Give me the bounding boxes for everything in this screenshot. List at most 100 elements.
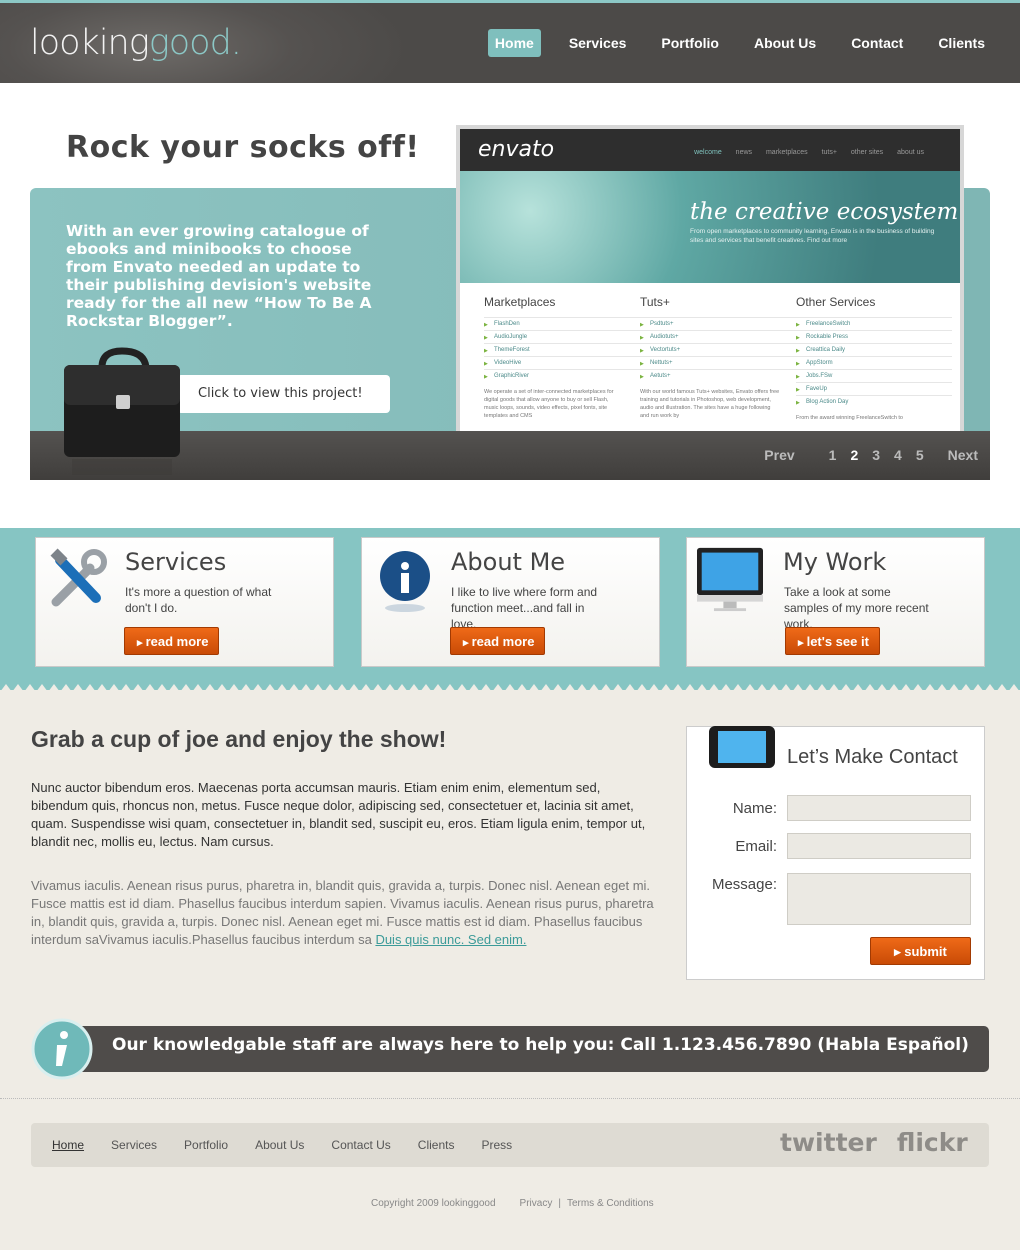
copyright-text: Copyright 2009 lookinggood — [371, 1198, 496, 1209]
site-logo[interactable]: lookinggood. — [30, 23, 242, 63]
envato-column-blurb: From the award winning FreelanceSwitch t… — [796, 415, 903, 421]
envato-subtext: From open marketplaces to community lear… — [690, 228, 935, 244]
footer-nav-press[interactable]: Press — [481, 1138, 512, 1152]
footer-nav-contact-us[interactable]: Contact Us — [331, 1138, 390, 1152]
submit-button[interactable]: ▸ submit — [870, 937, 971, 965]
contact-title: Let’s Make Contact — [787, 746, 958, 768]
logo-text-looking: looking — [30, 23, 150, 63]
services-read-more-button[interactable]: read more — [124, 627, 220, 655]
about-read-more-button[interactable]: read more — [450, 627, 546, 655]
nav-services[interactable]: Services — [562, 29, 634, 57]
footer-nav-home[interactable]: Home — [52, 1138, 84, 1152]
envato-nav-item: welcome — [694, 149, 722, 156]
envato-link: FlashDen — [484, 317, 640, 330]
submit-label: submit — [904, 944, 947, 959]
intro-paragraph: Nunc auctor bibendum eros. Maecenas port… — [31, 780, 646, 849]
envato-link: Creattica Daily — [796, 343, 952, 356]
message-field[interactable] — [787, 873, 971, 925]
envato-banner: the creative ecosystem From open marketp… — [460, 171, 960, 283]
nav-contact[interactable]: Contact — [844, 29, 910, 57]
pager-prev[interactable]: Prev — [764, 447, 794, 463]
feature-title: Services — [125, 548, 227, 576]
flickr-link[interactable]: flickr — [897, 1128, 968, 1157]
envato-link: Blog Action Day — [796, 395, 952, 408]
view-project-button[interactable]: Click to view this project! — [177, 375, 390, 413]
logo-text-good: good — [148, 23, 232, 63]
my-work-button[interactable]: let's see it — [785, 627, 880, 655]
secondary-paragraph-text: Vivamus iaculis. Aenean risus purus, pha… — [31, 878, 654, 947]
pager-page-4[interactable]: 4 — [894, 447, 902, 463]
feature-title: About Me — [451, 548, 566, 576]
footer-nav: Home Services Portfolio About Us Contact… — [52, 1138, 539, 1152]
envato-logo: envato — [478, 137, 555, 162]
project-screenshot[interactable]: envato welcome news marketplaces tuts+ o… — [456, 125, 964, 431]
envato-column-title: Tuts+ — [640, 295, 670, 309]
envato-link: AudioJungle — [484, 330, 640, 343]
envato-nav-item: marketplaces — [765, 149, 808, 156]
envato-tagline: the creative ecosystem — [690, 199, 959, 225]
pager-page-3[interactable]: 3 — [872, 447, 880, 463]
footer-nav-portfolio[interactable]: Portfolio — [184, 1138, 228, 1152]
footer-nav-services[interactable]: Services — [111, 1138, 157, 1152]
footer-nav-about-us[interactable]: About Us — [255, 1138, 304, 1152]
envato-nav: welcome news marketplaces tuts+ other si… — [682, 149, 924, 156]
twitter-link[interactable]: twitter — [780, 1128, 877, 1157]
dotted-divider — [0, 1098, 1020, 1099]
envato-link: FreelanceSwitch — [796, 317, 952, 330]
feature-card-services: Services It's more a question of what do… — [35, 537, 334, 667]
privacy-link[interactable]: Privacy — [520, 1198, 553, 1209]
footer-separator: | — [558, 1198, 561, 1209]
social-links: twitter flickr — [780, 1128, 988, 1157]
inline-link[interactable]: Duis quis nunc. Sed enim. — [375, 932, 526, 947]
pager-page-2[interactable]: 2 — [850, 447, 858, 463]
nav-home[interactable]: Home — [487, 29, 541, 57]
envato-link: Psdtuts+ — [640, 317, 796, 330]
secondary-paragraph: Vivamus iaculis. Aenean risus purus, pha… — [31, 877, 661, 949]
briefcase-icon — [64, 347, 180, 475]
footer-nav-clients[interactable]: Clients — [418, 1138, 455, 1152]
envato-link: VideoHive — [484, 356, 640, 369]
feature-text: Take a look at some samples of my more r… — [784, 585, 929, 631]
pager-page-1[interactable]: 1 — [829, 447, 837, 463]
envato-link: GraphicRiver — [484, 369, 640, 382]
envato-link: Vectortuts+ — [640, 343, 796, 356]
tools-icon — [50, 548, 107, 607]
envato-column: Tuts+ Psdtuts+ Audiotuts+ Vectortuts+ Ne… — [640, 295, 796, 422]
envato-link: ThemeForest — [484, 343, 640, 356]
email-field[interactable] — [787, 833, 971, 859]
envato-link: Aetuts+ — [640, 369, 796, 382]
feature-card-my-work: My Work Take a look at some samples of m… — [686, 537, 985, 667]
name-field[interactable] — [787, 795, 971, 821]
terms-link[interactable]: Terms & Conditions — [567, 1198, 654, 1209]
info-icon — [380, 551, 430, 612]
envato-nav-item: other sites — [850, 149, 884, 156]
hero-title: Rock your socks off! — [66, 130, 420, 165]
nav-portfolio[interactable]: Portfolio — [654, 29, 726, 57]
email-label: Email: — [735, 838, 777, 855]
nav-about-us[interactable]: About Us — [747, 29, 823, 57]
contact-form: Let’s Make Contact Name: Email: Message:… — [686, 726, 985, 980]
envato-column-title: Marketplaces — [484, 295, 556, 309]
section-title: Grab a cup of joe and enjoy the show! — [31, 726, 447, 752]
envato-nav-item: tuts+ — [821, 149, 837, 156]
main-nav: Home Services Portfolio About Us Contact… — [467, 29, 992, 57]
monitor-icon — [697, 547, 763, 612]
envato-column-blurb: With our world famous Tuts+ websites, En… — [640, 389, 780, 419]
feature-text: It's more a question of what don't I do. — [125, 585, 272, 615]
copyright-bar: Copyright 2009 lookinggood Privacy | Ter… — [371, 1198, 660, 1209]
envato-link: AppStorm — [796, 356, 952, 369]
feature-card-about-me: About Me I like to live where form and f… — [361, 537, 660, 667]
info-icon — [31, 1018, 93, 1080]
envato-link: Audiotuts+ — [640, 330, 796, 343]
envato-column: Marketplaces FlashDen AudioJungle ThemeF… — [484, 295, 640, 422]
envato-link: Rockable Press — [796, 330, 952, 343]
logo-dot: . — [230, 23, 242, 63]
pager-page-5[interactable]: 5 — [916, 447, 924, 463]
pager-next[interactable]: Next — [948, 447, 978, 463]
call-text: Our knowledgable staff are always here t… — [112, 1035, 969, 1055]
site-header: lookinggood. Home Services Portfolio Abo… — [0, 0, 1020, 83]
hero-description: With an ever growing catalogue of ebooks… — [66, 222, 372, 330]
envato-nav-item: about us — [897, 149, 924, 156]
message-label: Message: — [711, 876, 777, 893]
nav-clients[interactable]: Clients — [931, 29, 992, 57]
